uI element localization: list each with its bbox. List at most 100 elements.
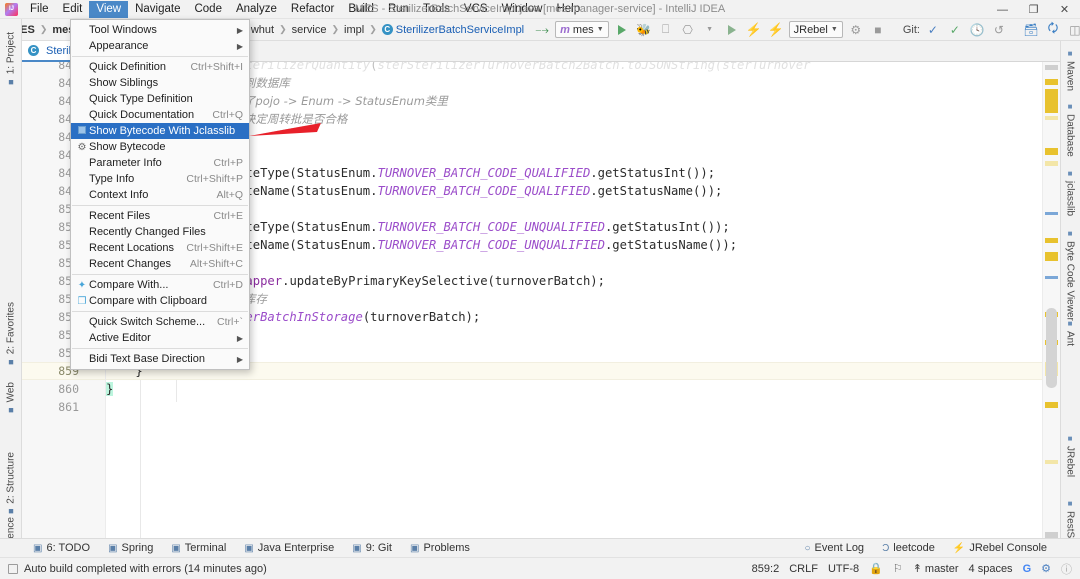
menu-file[interactable]: File: [23, 1, 56, 18]
menu-view[interactable]: View: [89, 0, 129, 18]
jrebel-selector[interactable]: JRebel ▼: [788, 21, 843, 38]
line-number[interactable]: 861: [22, 398, 79, 416]
info-icon[interactable]: ⓘ: [1061, 561, 1072, 577]
menu-item-show-siblings[interactable]: Show Siblings: [71, 75, 249, 91]
view-dropdown-menu[interactable]: Tool Windows ▶ Appearance ▶ Quick Definition…: [70, 19, 250, 370]
menu-item-recent-changes[interactable]: Recent Changes Alt+Shift+C: [71, 256, 249, 272]
maximize-button[interactable]: ❐: [1018, 0, 1049, 19]
sidebar-item-jclasslib[interactable]: ■ jclasslib: [1060, 166, 1080, 219]
menu-item-appearance[interactable]: Appearance ▶: [71, 38, 249, 54]
run-secondary-button[interactable]: [723, 21, 741, 39]
bottom-tool-9-git[interactable]: ▣ 9: Git: [343, 542, 401, 554]
build-status-icon[interactable]: [8, 563, 18, 574]
menu-item-quick-definition[interactable]: Quick Definition Ctrl+Shift+I: [71, 59, 249, 75]
menu-item-recent-locations[interactable]: Recent Locations Ctrl+Shift+E: [71, 240, 249, 256]
window-controls[interactable]: — ❐ ✕: [987, 0, 1080, 19]
breadcrumb-item[interactable]: C SterilizerBatchServiceImpl: [377, 24, 529, 36]
breadcrumb-item[interactable]: service: [287, 24, 332, 36]
git-history-icon[interactable]: 🕓: [968, 21, 986, 39]
menu-item-bidi-text-base-direction[interactable]: Bidi Text Base Direction ▶: [71, 351, 249, 367]
editor-marker-bar[interactable]: [1042, 62, 1060, 548]
line-number[interactable]: 860: [22, 380, 79, 398]
bottom-tool-6-todo[interactable]: ▣ 6: TODO: [24, 542, 99, 554]
sidebar-item-ant[interactable]: ■ Ant: [1060, 316, 1080, 349]
file-encoding[interactable]: UTF-8: [828, 563, 859, 575]
bottom-tool-list[interactable]: ▣ 6: TODO ▣ Spring ▣ Terminal ▣ Java Enterprise…: [0, 542, 479, 554]
menu-bar[interactable]: File Edit View Navigate Code Analyze Refactor B…: [23, 0, 587, 19]
bottom-tool-event-log[interactable]: ○ Event Log: [795, 542, 873, 554]
bottom-tool-jrebel-console[interactable]: ⚡ JRebel Console: [944, 542, 1056, 554]
caret-position[interactable]: 859:2: [752, 563, 780, 575]
bottom-tool-java-enterprise[interactable]: ▣ Java Enterprise: [235, 542, 343, 554]
menu-item-type-info[interactable]: Type Info Ctrl+Shift+P: [71, 171, 249, 187]
menu-item-quick-switch-scheme[interactable]: Quick Switch Scheme... Ctrl+`: [71, 314, 249, 330]
menu-edit[interactable]: Edit: [56, 1, 90, 18]
folder-icon[interactable]: 🗃: [1022, 21, 1040, 39]
sync-icon[interactable]: 🗘: [1044, 21, 1062, 39]
more-run-options-icon[interactable]: ▼: [701, 21, 719, 39]
code-line[interactable]: }: [106, 380, 114, 398]
menu-vcs[interactable]: VCS: [457, 1, 495, 18]
bottom-right-tool-list[interactable]: ○ Event Log Ɔleetcode ⚡ JRebel Console: [795, 542, 1080, 554]
menu-run[interactable]: Run: [381, 1, 416, 18]
menu-window[interactable]: Window: [495, 1, 550, 18]
jrebel-debug-icon[interactable]: ⚡: [767, 21, 785, 39]
bottom-tool-spring[interactable]: ▣ Spring: [99, 542, 162, 554]
breadcrumb-item[interactable]: impl: [339, 24, 369, 36]
sidebar-item-maven[interactable]: ■ Maven: [1060, 46, 1080, 94]
git-commit-icon[interactable]: ✓: [946, 21, 964, 39]
jrebel-run-icon[interactable]: ⚡: [745, 21, 763, 39]
bottom-tool-leetcode[interactable]: Ɔleetcode: [873, 542, 944, 554]
menu-navigate[interactable]: Navigate: [128, 1, 187, 18]
menu-build[interactable]: Build: [341, 1, 381, 18]
notification-icon[interactable]: ⚙: [1041, 562, 1051, 575]
menu-item-compare-with-clipboard[interactable]: ❐ Compare with Clipboard: [71, 293, 249, 309]
sidebar-item-2-favorites[interactable]: ■ 2: Favorites: [0, 299, 22, 370]
stop-button[interactable]: ■: [869, 21, 887, 39]
menu-item-recent-files[interactable]: Recent Files Ctrl+E: [71, 208, 249, 224]
minimize-button[interactable]: —: [987, 0, 1018, 19]
menu-item-tool-windows[interactable]: Tool Windows ▶: [71, 22, 249, 38]
menu-item-quick-documentation[interactable]: Quick Documentation Ctrl+Q: [71, 107, 249, 123]
menu-tools[interactable]: Tools: [416, 1, 457, 18]
sidebar-item-database[interactable]: ■ Database: [1060, 99, 1080, 160]
menu-code[interactable]: Code: [187, 1, 229, 18]
layout-icon[interactable]: ◫: [1066, 21, 1080, 39]
git-rollback-icon[interactable]: ↺: [990, 21, 1008, 39]
git-update-icon[interactable]: ✓: [924, 21, 942, 39]
menu-item-recently-changed-files[interactable]: Recently Changed Files: [71, 224, 249, 240]
sidebar-item-web[interactable]: ■ Web: [0, 379, 22, 418]
sidebar-item-jrebel[interactable]: ■ JRebel: [1060, 431, 1080, 480]
profile-button[interactable]: ⎔: [679, 21, 697, 39]
line-separator[interactable]: CRLF: [789, 563, 818, 575]
menu-help[interactable]: Help: [549, 1, 587, 18]
run-button[interactable]: [613, 21, 631, 39]
google-icon[interactable]: G: [1023, 563, 1032, 575]
menu-item-show-bytecode[interactable]: ⚙ Show Bytecode: [71, 139, 249, 155]
menu-item-active-editor[interactable]: Active Editor ▶: [71, 330, 249, 346]
run-configuration-selector[interactable]: m mes ▼: [555, 21, 609, 38]
sidebar-item-byte-code-viewer[interactable]: ■ Byte Code Viewer: [1060, 226, 1080, 324]
indent-setting[interactable]: 4 spaces: [969, 563, 1013, 575]
menu-item-parameter-info[interactable]: Parameter Info Ctrl+P: [71, 155, 249, 171]
attach-debugger-icon[interactable]: ⚙: [847, 21, 865, 39]
menu-item-compare-with[interactable]: ✦ Compare With... Ctrl+D: [71, 277, 249, 293]
sidebar-item-1-project[interactable]: ■ 1: Project: [0, 29, 22, 90]
menu-item-context-info[interactable]: Context Info Alt+Q: [71, 187, 249, 203]
lock-icon[interactable]: 🔒: [869, 562, 883, 575]
inspection-icon[interactable]: ⚐: [893, 562, 903, 575]
menu-item-show-bytecode-with-jclasslib[interactable]: Show Bytecode With Jclasslib: [71, 123, 249, 139]
vertical-scrollbar-thumb[interactable]: [1046, 308, 1057, 388]
menu-refactor[interactable]: Refactor: [284, 1, 341, 18]
menu-analyze[interactable]: Analyze: [229, 1, 284, 18]
build-hammer-icon[interactable]: ⤍: [533, 21, 551, 39]
bottom-tool-terminal[interactable]: ▣ Terminal: [162, 542, 235, 554]
breadcrumb-item[interactable]: whut: [246, 24, 279, 36]
git-branch-widget[interactable]: ↟ master: [913, 562, 959, 576]
debug-button[interactable]: 🐝: [635, 21, 653, 39]
run-with-coverage-button[interactable]: ⎕: [657, 21, 675, 39]
menu-item-quick-type-definition[interactable]: Quick Type Definition: [71, 91, 249, 107]
bottom-tool-problems[interactable]: ▣ Problems: [401, 542, 479, 554]
sidebar-item-2-structure[interactable]: ■ 2: Structure: [0, 449, 22, 520]
close-button[interactable]: ✕: [1049, 0, 1080, 19]
